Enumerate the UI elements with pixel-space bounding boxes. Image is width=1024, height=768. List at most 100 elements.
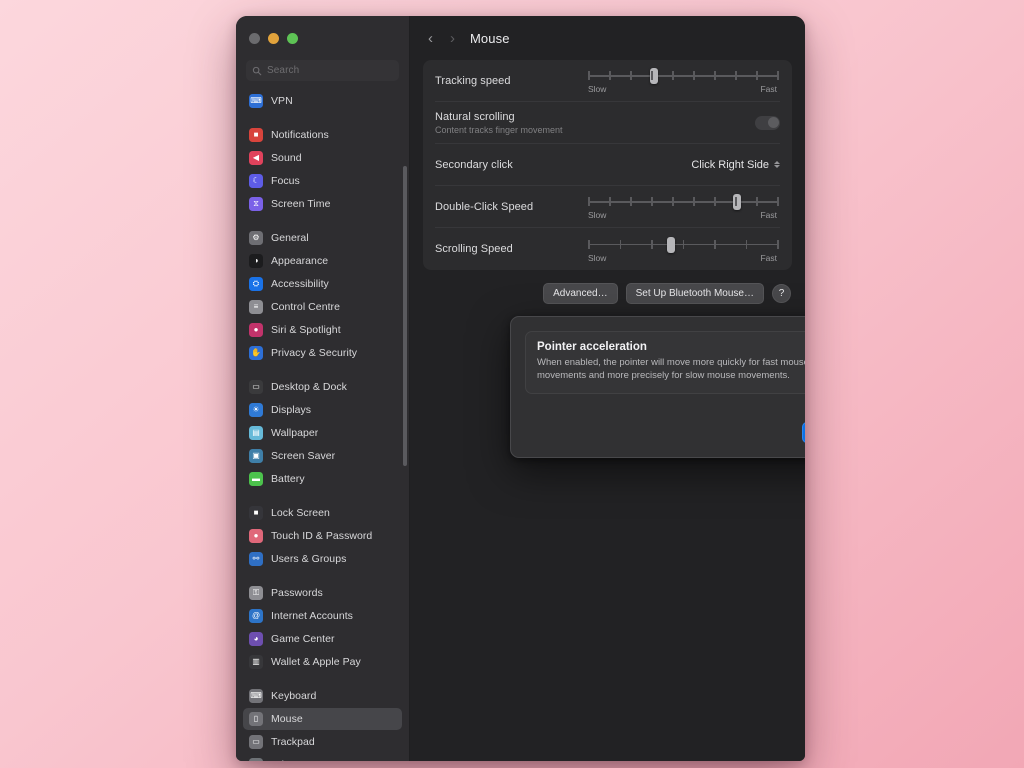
back-button[interactable]: ‹ <box>426 31 435 46</box>
sidebar-item-screen-saver[interactable]: ▣ Screen Saver <box>243 445 402 467</box>
done-button[interactable]: Done <box>801 422 805 443</box>
advanced-button[interactable]: Advanced… <box>543 283 618 304</box>
slider-tick <box>651 197 653 206</box>
sidebar-item-desktop-dock[interactable]: ▭ Desktop & Dock <box>243 376 402 398</box>
slider-tick <box>630 197 632 206</box>
sidebar-item-trackpad[interactable]: ▭ Trackpad <box>243 731 402 753</box>
sidebar-item-notifications[interactable]: ■ Notifications <box>243 124 402 146</box>
general-icon: ⚙ <box>249 231 263 245</box>
slider-thumb[interactable] <box>667 236 676 253</box>
close-button[interactable] <box>249 32 260 44</box>
control-centre-icon: ≡ <box>249 300 263 314</box>
slider-tick <box>714 71 716 80</box>
sidebar-item-internet-accounts[interactable]: @ Internet Accounts <box>243 605 402 627</box>
sidebar-item-mouse[interactable]: ▯ Mouse <box>243 708 402 730</box>
slider-tick <box>693 197 695 206</box>
sidebar-group: ⚙ General ◑ Appearance ⛭ Accessibility ≡ Contro… <box>243 227 402 376</box>
passwords-icon: ⚿ <box>249 586 263 600</box>
scrolling-speed-min-label: Slow <box>588 252 607 263</box>
toolbar: ‹ › Mouse <box>410 16 805 60</box>
sidebar-item-battery[interactable]: ▬ Battery <box>243 468 402 490</box>
sidebar-item-printers-scanners[interactable]: ⎙ Printers & Scanners <box>243 754 402 761</box>
search-input[interactable]: Search <box>246 60 399 81</box>
slider-tick <box>714 197 716 206</box>
sidebar-item-touch-id-password[interactable]: ● Touch ID & Password <box>243 525 402 547</box>
sidebar-item-siri-spotlight[interactable]: ● Siri & Spotlight <box>243 319 402 341</box>
tracking-speed-slider[interactable]: Slow Fast <box>585 63 780 98</box>
pointer-acceleration-card: Pointer acceleration When enabled, the p… <box>525 331 805 394</box>
slider-tick <box>756 197 758 206</box>
secondary-click-dropdown[interactable]: Click Right Side <box>691 159 780 171</box>
sidebar-item-label: Screen Saver <box>271 450 336 462</box>
wallet-icon: ▥ <box>249 655 263 669</box>
sidebar-item-label: Appearance <box>271 255 329 267</box>
dialog-footer: Done <box>525 422 805 443</box>
sidebar-item-label: Control Centre <box>271 301 340 313</box>
sidebar-item-label: Notifications <box>271 129 329 141</box>
scrolling-speed-label: Scrolling Speed <box>435 243 513 255</box>
sidebar-item-appearance[interactable]: ◑ Appearance <box>243 250 402 272</box>
maximize-button[interactable] <box>287 32 298 44</box>
desktop-dock-icon: ▭ <box>249 380 263 394</box>
sidebar-item-focus[interactable]: ☾ Focus <box>243 170 402 192</box>
sidebar-item-displays[interactable]: ☀ Displays <box>243 399 402 421</box>
mouse-settings-card: Tracking speed Slow Fast Natural scrolli… <box>423 60 792 270</box>
sidebar-list[interactable]: ⌨ VPN ■ Notifications ◀ Sound ☾ Focus ⧖ Screen Ti… <box>236 90 409 761</box>
sidebar-item-label: Focus <box>271 175 300 187</box>
sidebar-item-label: Lock Screen <box>271 507 330 519</box>
sidebar-item-label: Keyboard <box>271 690 317 702</box>
sidebar-item-keyboard[interactable]: ⌨ Keyboard <box>243 685 402 707</box>
double-click-speed-slider[interactable]: Slow Fast <box>585 189 780 224</box>
dialog-title: Pointer acceleration <box>537 341 647 353</box>
sidebar-item-label: Siri & Spotlight <box>271 324 341 336</box>
sidebar-item-passwords[interactable]: ⚿ Passwords <box>243 582 402 604</box>
sidebar-item-game-center[interactable]: ◕ Game Center <box>243 628 402 650</box>
slider-tick <box>745 239 747 249</box>
sidebar-scrollbar[interactable] <box>403 166 407 466</box>
minimize-button[interactable] <box>268 32 279 44</box>
sidebar-item-privacy-security[interactable]: ✋ Privacy & Security <box>243 342 402 364</box>
tracking-speed-max-label: Fast <box>760 84 777 94</box>
set-up-bluetooth-mouse-button[interactable]: Set Up Bluetooth Mouse… <box>625 283 764 304</box>
sidebar-item-wallpaper[interactable]: ▤ Wallpaper <box>243 422 402 444</box>
accessibility-icon: ⛭ <box>249 277 263 291</box>
help-button[interactable]: ? <box>772 284 791 303</box>
forward-button[interactable]: › <box>448 31 457 46</box>
slider-tick <box>756 71 758 80</box>
slider-tick <box>777 71 779 80</box>
displays-icon: ☀ <box>249 403 263 417</box>
mouse-icon: ▯ <box>249 712 263 726</box>
scrolling-speed-slider[interactable]: Slow Fast <box>585 232 780 267</box>
detail-pane: ‹ › Mouse Tracking speed Slow Fast Natur… <box>410 16 805 761</box>
sidebar: Search ⌨ VPN ■ Notifications ◀ Sound ☾ Focus ⧖ Sc… <box>236 16 410 761</box>
search-placeholder: Search <box>267 65 300 76</box>
sidebar-item-screen-time[interactable]: ⧖ Screen Time <box>243 193 402 215</box>
sidebar-item-wallet-apple-pay[interactable]: ▥ Wallet & Apple Pay <box>243 651 402 673</box>
sidebar-item-vpn[interactable]: ⌨ VPN <box>243 90 402 112</box>
sidebar-item-general[interactable]: ⚙ General <box>243 227 402 249</box>
slider-tick <box>609 71 611 80</box>
sidebar-item-sound[interactable]: ◀ Sound <box>243 147 402 169</box>
sidebar-item-label: General <box>271 232 309 244</box>
sidebar-item-accessibility[interactable]: ⛭ Accessibility <box>243 273 402 295</box>
sidebar-item-label: Sound <box>271 152 302 164</box>
sidebar-item-label: Wallet & Apple Pay <box>271 656 361 668</box>
sidebar-item-label: Touch ID & Password <box>271 530 373 542</box>
sidebar-item-control-centre[interactable]: ≡ Control Centre <box>243 296 402 318</box>
scrolling-speed-max-label: Fast <box>760 252 777 263</box>
notifications-icon: ■ <box>249 128 263 142</box>
slider-tick <box>682 239 684 249</box>
natural-scrolling-toggle[interactable] <box>755 115 780 130</box>
slider-tick <box>651 239 653 249</box>
slider-track <box>588 75 777 77</box>
sidebar-item-label: Battery <box>271 473 305 485</box>
sidebar-item-users-groups[interactable]: ⚯ Users & Groups <box>243 548 402 570</box>
sidebar-item-lock-screen[interactable]: ■ Lock Screen <box>243 502 402 524</box>
sidebar-group: ▭ Desktop & Dock ☀ Displays ▤ Wallpaper ▣ Scree… <box>243 376 402 502</box>
natural-scrolling-description: Content tracks finger movement <box>435 124 563 135</box>
slider-tick <box>630 71 632 80</box>
slider-tick <box>777 197 779 206</box>
sidebar-item-label: Accessibility <box>271 278 329 290</box>
slider-tick <box>672 197 674 206</box>
sidebar-item-label: Trackpad <box>271 736 315 748</box>
